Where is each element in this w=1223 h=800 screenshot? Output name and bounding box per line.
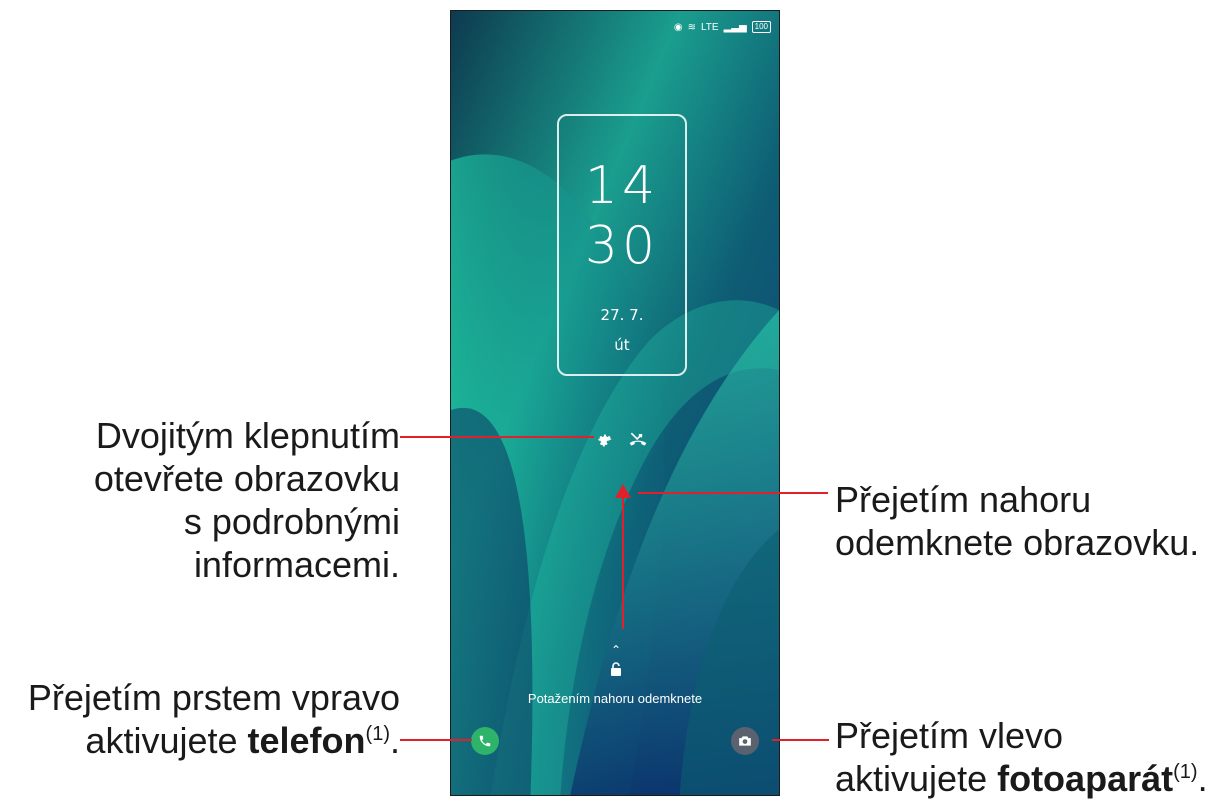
swipe-right-pointer-line — [400, 739, 472, 741]
double-tap-line-4: informacemi. — [193, 544, 400, 585]
swipe-up-line-1: Přejetím nahoru — [835, 479, 1092, 520]
date-label: 27. 7. — [600, 306, 644, 324]
swipe-up-annotation: Přejetím nahoru odemknete obrazovku. — [835, 478, 1199, 564]
chevron-up-icon: ⌃ — [610, 643, 622, 657]
double-tap-pointer-line — [400, 436, 594, 438]
swipe-up-arrow-head — [615, 484, 631, 498]
swipe-left-annotation: Přejetím vlevo aktivujete fotoaparát(1). — [835, 714, 1208, 800]
network-type: LTE — [700, 21, 719, 33]
clock-hours: 14 — [584, 156, 660, 216]
nfc-icon: ◉ — [673, 21, 683, 33]
wifi-icon: ≋ — [687, 21, 696, 33]
camera-shortcut-button[interactable] — [731, 727, 759, 755]
lock-icon[interactable] — [608, 661, 624, 677]
swipe-left-line-2: aktivujete fotoaparát(1). — [835, 758, 1208, 799]
double-tap-line-2: otevřete obrazovku — [93, 458, 400, 499]
swipe-up-arrow-shaft — [622, 496, 624, 629]
swipe-left-pointer-line — [772, 739, 829, 741]
swipe-up-pointer-line — [638, 492, 828, 494]
swipe-left-line-1: Přejetím vlevo — [835, 715, 1064, 756]
signal-icon: ▂▃▅ — [723, 21, 747, 33]
swipe-right-line-2: aktivujete telefon(1). — [85, 720, 400, 761]
missed-call-icon[interactable] — [627, 429, 649, 449]
swipe-right-line-1: Přejetím prstem vpravo — [27, 677, 400, 718]
double-tap-annotation: Dvojitým klepnutím otevřete obrazovku s … — [94, 414, 400, 586]
battery-indicator: 100 — [751, 21, 771, 33]
phone-shortcut-button[interactable] — [471, 727, 499, 755]
swipe-up-line-2: odemknete obrazovku. — [835, 522, 1200, 563]
clock-minutes: 30 — [584, 216, 660, 276]
double-tap-line-1: Dvojitým klepnutím — [95, 415, 400, 456]
status-bar: ◉ ≋ LTE ▂▃▅ 100 — [674, 21, 771, 33]
day-label: út — [614, 336, 630, 354]
settings-gear-icon[interactable] — [595, 429, 615, 449]
swipe-right-annotation: Přejetím prstem vpravo aktivujete telefo… — [28, 676, 400, 762]
double-tap-line-3: s podrobnými — [183, 501, 400, 542]
clock-widget: 14 30 27. 7. út — [557, 114, 687, 376]
phone-lockscreen: ◉ ≋ LTE ▂▃▅ 100 14 30 27. 7. út ⌃ Potaže… — [450, 10, 780, 796]
unlock-hint: Potažením nahoru odemknete — [527, 691, 703, 706]
